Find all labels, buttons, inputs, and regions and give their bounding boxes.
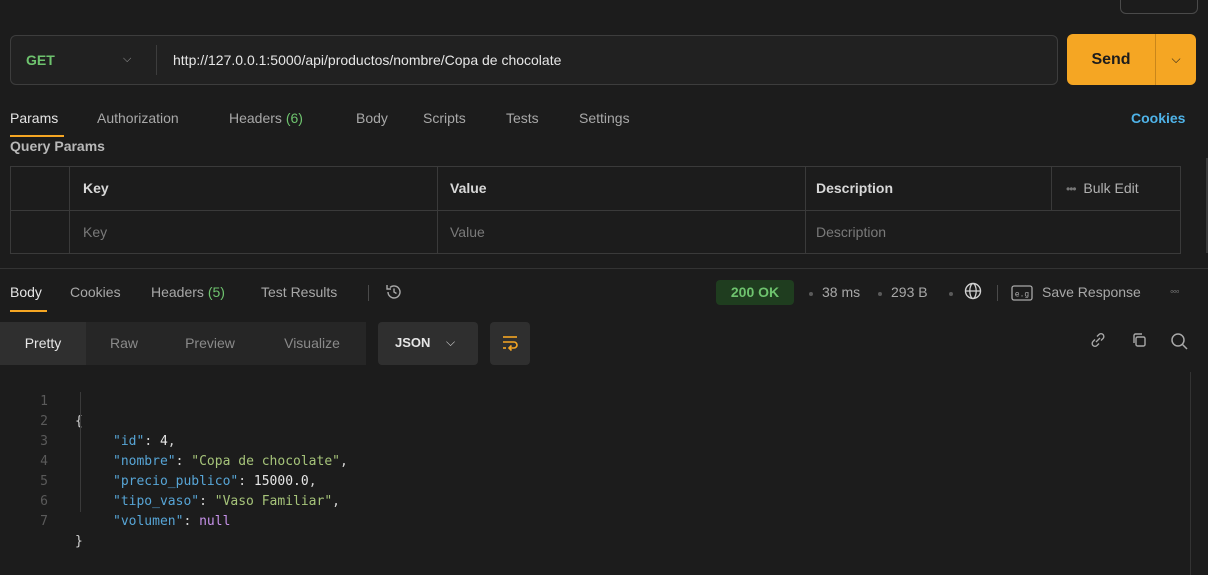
code-line: 7 } bbox=[0, 492, 83, 549]
column-header-key: Key bbox=[83, 180, 109, 196]
headers-count: (6) bbox=[285, 110, 303, 126]
tab-scripts[interactable]: Scripts bbox=[423, 110, 466, 126]
send-options-chevron-icon[interactable]: ⌵ bbox=[1156, 34, 1196, 85]
column-header-value: Value bbox=[450, 180, 487, 196]
column-divider bbox=[805, 167, 806, 253]
scrollbar[interactable] bbox=[1190, 372, 1191, 575]
search-icon[interactable] bbox=[1168, 330, 1190, 355]
response-tab-headers[interactable]: Headers (5) bbox=[151, 284, 225, 300]
response-tab-body[interactable]: Body bbox=[10, 284, 42, 300]
json-key: "precio_publico" bbox=[113, 474, 239, 489]
value-input[interactable]: Value bbox=[450, 224, 485, 240]
response-size[interactable]: 293 B bbox=[891, 284, 928, 300]
code-line: 3 "nombre": "Copa de chocolate", bbox=[0, 412, 348, 469]
chevron-down-icon: ⌵ bbox=[446, 335, 456, 349]
column-divider bbox=[69, 167, 70, 253]
column-divider bbox=[1051, 167, 1052, 211]
json-value: "Copa de chocolate" bbox=[191, 454, 340, 469]
history-icon[interactable] bbox=[384, 282, 404, 305]
tab-settings[interactable]: Settings bbox=[579, 110, 630, 126]
description-input[interactable]: Description bbox=[816, 224, 886, 240]
divider bbox=[156, 45, 157, 75]
close-brace: } bbox=[75, 534, 83, 549]
code-line: 1 { bbox=[0, 372, 83, 429]
response-headers-count: (5) bbox=[207, 284, 225, 300]
request-url-bar: GET ⌵ http://127.0.0.1:5000/api/producto… bbox=[10, 35, 1058, 85]
active-tab-indicator bbox=[10, 135, 64, 137]
send-button-group: Send ⌵ bbox=[1067, 34, 1196, 85]
indent-guide bbox=[80, 392, 81, 512]
json-value: null bbox=[199, 514, 231, 529]
active-tab-indicator bbox=[10, 310, 47, 312]
link-icon[interactable] bbox=[1088, 330, 1108, 353]
pane-divider[interactable] bbox=[0, 268, 1208, 269]
code-line: 6 "volumen": null bbox=[0, 472, 230, 529]
bulk-edit-label: Bulk Edit bbox=[1083, 180, 1139, 196]
svg-text:e.g: e.g bbox=[1015, 290, 1030, 299]
json-value: 15000.0 bbox=[253, 474, 309, 489]
table-header-row bbox=[11, 167, 1180, 211]
tab-body[interactable]: Body bbox=[356, 110, 388, 126]
send-button[interactable]: Send bbox=[1067, 34, 1155, 85]
method-selector[interactable]: GET bbox=[26, 52, 55, 68]
bulk-edit-button[interactable]: ••• Bulk Edit bbox=[1066, 180, 1139, 196]
url-input[interactable]: http://127.0.0.1:5000/api/productos/nomb… bbox=[173, 52, 561, 68]
top-corner-button[interactable] bbox=[1120, 0, 1198, 14]
divider bbox=[997, 285, 998, 301]
query-params-table: Key Value Description ••• Bulk Edit Key … bbox=[10, 166, 1181, 254]
open-brace: { bbox=[75, 414, 83, 429]
tab-tests[interactable]: Tests bbox=[506, 110, 539, 126]
more-options-icon[interactable]: ◦◦◦ bbox=[1170, 286, 1180, 298]
separator-dot bbox=[878, 292, 882, 296]
json-key: "nombre" bbox=[113, 454, 176, 469]
tab-params[interactable]: Params bbox=[10, 110, 58, 126]
response-tab-test-results[interactable]: Test Results bbox=[261, 284, 337, 300]
code-line: 5 "tipo_vaso": "Vaso Familiar", bbox=[0, 452, 340, 509]
column-divider bbox=[437, 167, 438, 253]
query-params-title: Query Params bbox=[10, 138, 105, 154]
key-input[interactable]: Key bbox=[83, 224, 107, 240]
line-number: 7 bbox=[40, 514, 48, 529]
save-response-button[interactable]: Save Response bbox=[1042, 284, 1141, 300]
view-mode-tabs: Pretty Raw Preview Visualize bbox=[0, 322, 366, 365]
tab-authorization[interactable]: Authorization bbox=[97, 110, 179, 126]
format-selector[interactable]: JSON ⌵ bbox=[378, 322, 478, 365]
view-tab-visualize[interactable]: Visualize bbox=[258, 322, 366, 365]
tab-headers-label: Headers bbox=[229, 110, 282, 126]
view-tab-pretty[interactable]: Pretty bbox=[0, 322, 86, 365]
code-line: 2 "id": 4, bbox=[0, 392, 175, 449]
response-tab-headers-label: Headers bbox=[151, 284, 204, 300]
status-badge[interactable]: 200 OK bbox=[716, 280, 794, 305]
json-key: "tipo_vaso" bbox=[113, 494, 200, 509]
save-response-icon: e.g bbox=[1011, 285, 1033, 304]
separator-dot bbox=[949, 292, 953, 296]
view-tab-preview[interactable]: Preview bbox=[162, 322, 258, 365]
view-tab-raw[interactable]: Raw bbox=[86, 322, 162, 365]
chevron-down-icon[interactable]: ⌵ bbox=[123, 53, 131, 66]
json-value: 4 bbox=[159, 434, 168, 449]
wrap-lines-icon bbox=[503, 336, 518, 352]
divider bbox=[368, 285, 369, 301]
globe-icon[interactable] bbox=[963, 281, 983, 304]
column-header-description: Description bbox=[816, 180, 894, 196]
more-icon: ••• bbox=[1066, 182, 1077, 196]
format-label: JSON bbox=[395, 335, 431, 350]
code-line: 4 "precio_publico": 15000.0, bbox=[0, 432, 316, 489]
separator-dot bbox=[809, 292, 813, 296]
copy-icon[interactable] bbox=[1129, 330, 1149, 353]
wrap-lines-button[interactable] bbox=[490, 322, 530, 365]
response-tab-cookies[interactable]: Cookies bbox=[70, 284, 121, 300]
json-key: "volumen" bbox=[113, 514, 184, 529]
json-value: "Vaso Familiar" bbox=[214, 494, 333, 509]
response-time[interactable]: 38 ms bbox=[822, 284, 860, 300]
json-key: "id" bbox=[113, 434, 145, 449]
cookies-link[interactable]: Cookies bbox=[1131, 110, 1185, 126]
tab-headers[interactable]: Headers (6) bbox=[229, 110, 303, 126]
